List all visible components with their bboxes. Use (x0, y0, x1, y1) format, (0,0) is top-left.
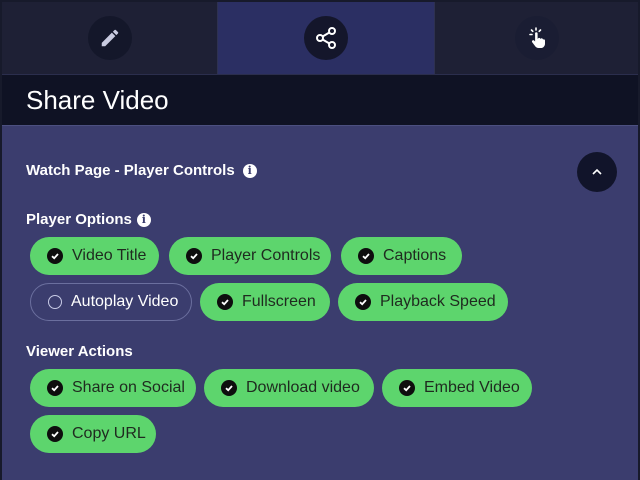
chip-label: Copy URL (72, 425, 146, 442)
action-copy-url[interactable]: Copy URL (30, 415, 156, 453)
check-circle-icon (47, 248, 63, 264)
action-embed-video[interactable]: Embed Video (382, 369, 532, 407)
tab-edit[interactable] (2, 2, 218, 74)
tab-interactions[interactable] (435, 2, 638, 74)
check-circle-icon (358, 248, 374, 264)
player-options-label: Player Options i (26, 211, 151, 228)
viewer-actions-label-text: Viewer Actions (26, 343, 133, 360)
collapse-button[interactable] (577, 152, 617, 192)
check-circle-icon (47, 380, 63, 396)
page-title: Share Video (26, 85, 169, 115)
option-video-title[interactable]: Video Title (30, 237, 159, 275)
chip-label: Video Title (72, 247, 147, 264)
info-icon[interactable]: i (136, 212, 151, 227)
check-circle-icon (186, 248, 202, 264)
option-autoplay-video[interactable]: Autoplay Video (30, 283, 192, 321)
chip-label: Share on Social (72, 379, 185, 396)
option-fullscreen[interactable]: Fullscreen (200, 283, 330, 321)
chevron-up-icon (592, 168, 602, 175)
section-title: Watch Page - Player Controls i (26, 162, 257, 179)
info-icon[interactable]: i (242, 163, 257, 178)
viewer-actions-label: Viewer Actions (26, 343, 133, 360)
option-playback-speed[interactable]: Playback Speed (338, 283, 508, 321)
check-circle-icon (217, 294, 233, 310)
check-circle-icon (399, 380, 415, 396)
chip-label: Embed Video (424, 379, 520, 396)
section-title-text: Watch Page - Player Controls (26, 162, 235, 179)
chip-label: Player Controls (211, 247, 321, 264)
page-header: Share Video (2, 74, 638, 126)
player-options-label-text: Player Options (26, 211, 132, 228)
chip-label: Captions (383, 247, 447, 264)
action-download-video[interactable]: Download video (204, 369, 374, 407)
option-captions[interactable]: Captions (341, 237, 462, 275)
tap-hand-icon (514, 16, 559, 60)
pencil-icon (87, 16, 132, 60)
share-icon (304, 16, 348, 60)
tab-share[interactable] (218, 2, 435, 74)
chip-label: Playback Speed (380, 293, 496, 310)
check-circle-icon (47, 426, 63, 442)
chip-label: Fullscreen (242, 293, 316, 310)
option-player-controls[interactable]: Player Controls (169, 237, 331, 275)
unchecked-circle-icon (48, 295, 62, 309)
chip-label: Autoplay Video (71, 293, 179, 310)
action-share-on-social[interactable]: Share on Social (30, 369, 196, 407)
chip-label: Download video (246, 379, 360, 396)
tab-bar (2, 2, 638, 74)
check-circle-icon (355, 294, 371, 310)
check-circle-icon (221, 380, 237, 396)
